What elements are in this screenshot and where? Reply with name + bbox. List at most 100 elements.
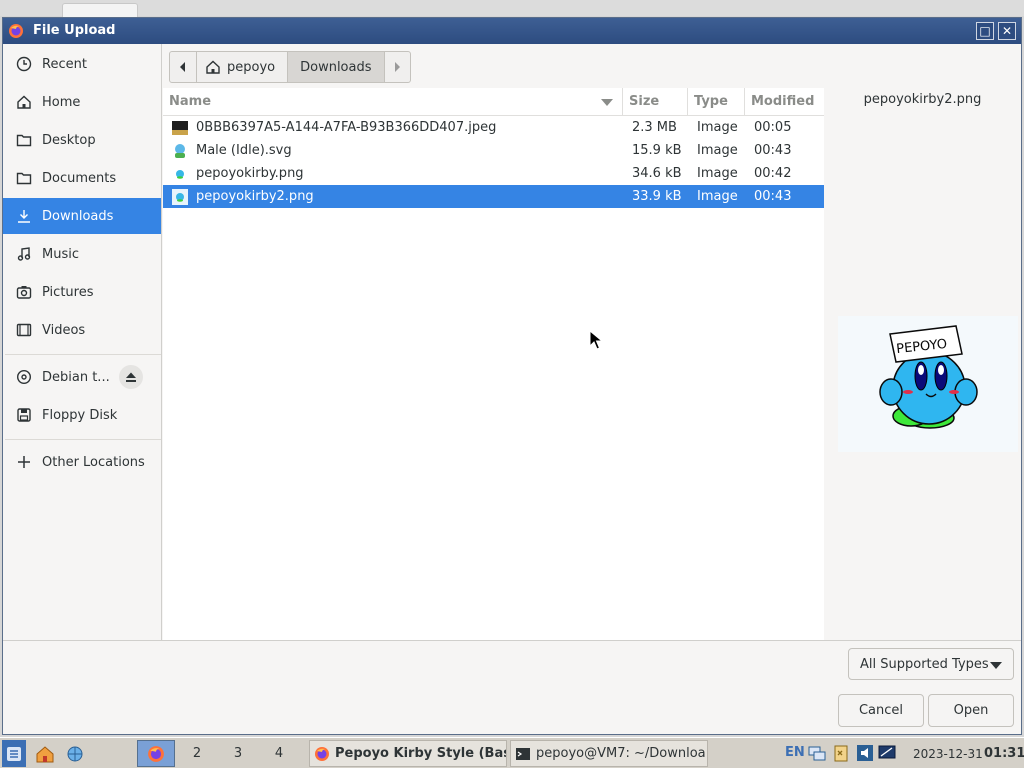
path-current-label: Downloads — [300, 59, 372, 75]
task-button-terminal[interactable]: pepoyo@VM7: ~/Downloa — [510, 740, 708, 767]
column-modified-label: Modified — [751, 94, 815, 109]
firefox-icon — [148, 745, 164, 762]
sidebar-item-label: Floppy Disk — [42, 407, 118, 423]
workspace-label: 3 — [233, 746, 243, 761]
sidebar-item-documents[interactable]: Documents — [3, 160, 161, 196]
cancel-button[interactable]: Cancel — [838, 694, 924, 727]
path-back-button[interactable] — [170, 52, 196, 82]
chevron-left-icon — [180, 62, 185, 72]
mouse-cursor-icon — [589, 330, 603, 350]
sidebar-item-music[interactable]: Music — [3, 236, 161, 272]
png-thumbnail-icon — [172, 189, 188, 205]
firefox-icon — [315, 746, 329, 761]
chevron-down-icon — [990, 662, 1002, 669]
preview-filename: pepoyokirby2.png — [863, 92, 982, 107]
file-modified: 00:43 — [754, 143, 792, 158]
file-size: 2.3 MB — [632, 120, 677, 135]
file-name: 0BBB6397A5-A144-A7FA-B93B366DD407.jpeg — [196, 120, 497, 135]
volume-icon[interactable] — [856, 744, 874, 762]
workspace-3-button[interactable]: 3 — [219, 740, 257, 767]
eject-button[interactable] — [119, 365, 143, 389]
kirby-character-image: PEPOYO — [838, 316, 1018, 452]
network-monitor-icon[interactable] — [808, 744, 826, 762]
sidebar-item-videos[interactable]: Videos — [3, 312, 161, 348]
home-folder-launcher[interactable] — [32, 740, 58, 767]
task-label: Pepoyo Kirby Style (Bas — [335, 746, 507, 761]
path-home-label: pepoyo — [227, 59, 276, 75]
workspace-1-button[interactable] — [137, 740, 175, 767]
floppy-icon — [15, 406, 33, 424]
window-title: File Upload — [33, 23, 116, 38]
filter-selected-label: All Supported Types — [860, 656, 989, 672]
maximize-button[interactable]: □ — [976, 22, 994, 40]
close-button[interactable]: ✕ — [998, 22, 1016, 40]
png-thumbnail-icon — [176, 170, 184, 179]
sidebar-item-recent[interactable]: Recent — [3, 46, 161, 82]
column-header-size[interactable]: Size — [623, 88, 688, 116]
taskbar: 2 3 4 Pepoyo Kirby Style (Bas pepoyo@VM7… — [0, 737, 1024, 768]
sidebar-item-label: Pictures — [42, 284, 94, 300]
network-icon — [67, 746, 83, 761]
sidebar-item-floppy-disk[interactable]: Floppy Disk — [3, 397, 161, 433]
file-modified: 00:05 — [754, 120, 792, 135]
display-icon[interactable] — [878, 744, 896, 762]
column-header-name[interactable]: Name — [163, 88, 623, 116]
sidebar-item-label: Home — [42, 94, 81, 110]
file-row[interactable]: Male (Idle).svg 15.9 kB Image 00:43 — [163, 139, 824, 162]
file-row-selected[interactable]: pepoyokirby2.png 33.9 kB Image 00:43 — [163, 185, 824, 208]
sidebar-item-label: Debian t... — [42, 369, 110, 385]
file-modified: 00:43 — [754, 189, 792, 204]
workspace-label: 2 — [192, 746, 202, 761]
file-name: pepoyokirby2.png — [196, 189, 314, 204]
column-header-modified[interactable]: Modified — [745, 88, 824, 116]
path-forward-button[interactable] — [383, 52, 410, 82]
file-row[interactable]: pepoyokirby.png 34.6 kB Image 00:42 — [163, 162, 824, 185]
maximize-icon: □ — [979, 24, 991, 38]
column-type-label: Type — [694, 94, 728, 109]
column-header-type[interactable]: Type — [688, 88, 745, 116]
file-upload-dialog: File Upload □ ✕ Recent Home Desktop Docu… — [2, 17, 1022, 735]
clipboard-icon[interactable] — [832, 744, 850, 762]
workspace-2-button[interactable]: 2 — [178, 740, 216, 767]
workspace-4-button[interactable]: 4 — [260, 740, 298, 767]
keyboard-layout-indicator[interactable]: EN — [785, 745, 805, 760]
preview-pane: pepoyokirby2.png PEPOYO — [824, 88, 1021, 640]
sidebar-item-other-locations[interactable]: Other Locations — [3, 444, 161, 480]
svg-thumbnail-icon — [175, 144, 185, 158]
path-home-button[interactable]: pepoyo — [196, 52, 287, 82]
background-tab — [62, 3, 138, 17]
sort-descending-icon — [601, 99, 613, 106]
file-size: 33.9 kB — [632, 189, 682, 204]
file-type-filter-dropdown[interactable]: All Supported Types — [848, 648, 1014, 680]
clock-time: 01:31 — [984, 746, 1024, 761]
start-menu-button[interactable] — [2, 740, 26, 767]
music-icon — [15, 245, 33, 263]
sidebar-item-pictures[interactable]: Pictures — [3, 274, 161, 310]
sidebar-item-desktop[interactable]: Desktop — [3, 122, 161, 158]
folder-icon — [15, 169, 33, 187]
task-label: pepoyo@VM7: ~/Downloa — [536, 746, 706, 761]
sidebar-separator — [5, 354, 161, 355]
open-button[interactable]: Open — [928, 694, 1014, 727]
path-downloads-button[interactable]: Downloads — [287, 52, 384, 82]
download-icon — [15, 207, 33, 225]
sidebar-item-downloads[interactable]: Downloads — [3, 198, 161, 234]
sidebar-item-home[interactable]: Home — [3, 84, 161, 120]
bottom-separator — [3, 640, 1021, 641]
terminal-icon — [516, 747, 530, 760]
column-name-label: Name — [169, 94, 212, 109]
file-type: Image — [697, 166, 738, 181]
task-button-firefox[interactable]: Pepoyo Kirby Style (Bas — [309, 740, 507, 767]
video-icon — [15, 321, 33, 339]
file-type: Image — [697, 120, 738, 135]
preview-image: PEPOYO — [838, 316, 1018, 452]
sidebar-item-debian[interactable]: Debian t... — [3, 359, 161, 395]
file-row[interactable]: 0BBB6397A5-A144-A7FA-B93B366DD407.jpeg 2… — [163, 116, 824, 139]
sidebar-item-label: Desktop — [42, 132, 96, 148]
network-launcher[interactable] — [62, 740, 88, 767]
workspace-label: 4 — [274, 746, 284, 761]
cancel-label: Cancel — [858, 703, 904, 718]
sidebar-item-label: Other Locations — [42, 454, 145, 470]
titlebar: File Upload □ ✕ — [3, 18, 1021, 44]
sidebar-item-label: Documents — [42, 170, 117, 186]
